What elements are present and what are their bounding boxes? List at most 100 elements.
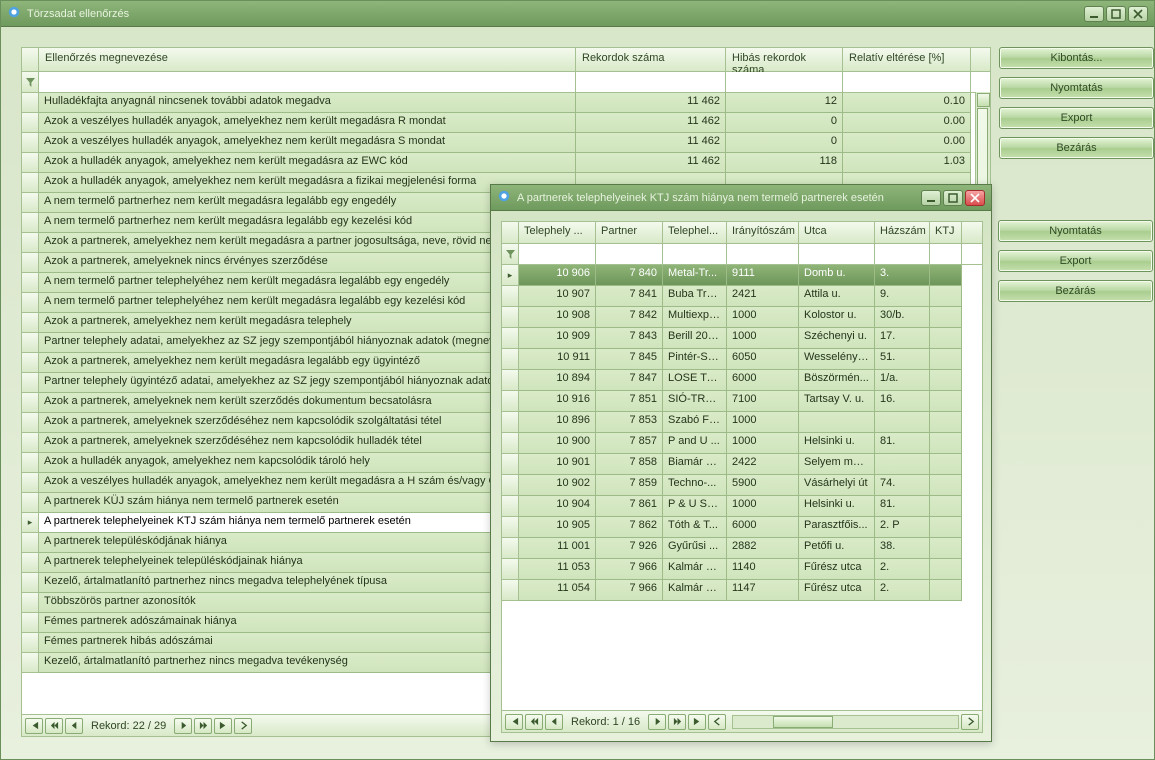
- table-row[interactable]: 10 9047 861P & U Sp...1000Helsinki u.81.: [502, 496, 982, 517]
- nav-next-button[interactable]: [648, 714, 666, 730]
- cell-c7: [930, 433, 962, 454]
- table-row[interactable]: Hulladékfajta anyagnál nincsenek további…: [22, 93, 990, 113]
- child-export-button[interactable]: Export: [998, 250, 1153, 272]
- print-button[interactable]: Nyomtatás: [999, 77, 1154, 99]
- col-ktj[interactable]: KTJ: [930, 222, 962, 243]
- col-irsz[interactable]: Irányítószám: [727, 222, 799, 243]
- table-row[interactable]: 10 9057 862Tóth & T...6000Parasztfőis...…: [502, 517, 982, 538]
- table-row[interactable]: 10 9077 841Buba Tra...2421Attila u.9.: [502, 286, 982, 307]
- cell-c3: Gyűrűsi ...: [663, 538, 727, 559]
- nav-prev-button[interactable]: [545, 714, 563, 730]
- child-close-button[interactable]: [965, 190, 985, 206]
- export-button[interactable]: Export: [999, 107, 1154, 129]
- scroll-up-button[interactable]: [977, 93, 990, 107]
- nav-prevpage-button[interactable]: [525, 714, 543, 730]
- table-row[interactable]: 10 9007 857P and U ...1000Helsinki u.81.: [502, 433, 982, 454]
- nav-prevpage-button[interactable]: [45, 718, 63, 734]
- table-row[interactable]: 10 9117 845Pintér-Sp...6050Wesselényi ..…: [502, 349, 982, 370]
- col-hazszam[interactable]: Házszám: [875, 222, 930, 243]
- cell-c7: [930, 307, 962, 328]
- cell-c4: 2421: [727, 286, 799, 307]
- nav-nextpage-button[interactable]: [668, 714, 686, 730]
- cell-c5: Attila u.: [799, 286, 875, 307]
- expand-button[interactable]: Kibontás...: [999, 47, 1154, 69]
- maximize-button[interactable]: [1106, 6, 1126, 22]
- col-records[interactable]: Rekordok száma: [576, 48, 726, 71]
- col-name[interactable]: Ellenőrzés megnevezése: [39, 48, 576, 71]
- table-row[interactable]: 10 9167 851SIÓ-TRA...7100Tartsay V. u.16…: [502, 391, 982, 412]
- cell-c3: Tóth & T...: [663, 517, 727, 538]
- table-row[interactable]: Azok a veszélyes hulladék anyagok, amely…: [22, 133, 990, 153]
- record-indicator: Rekord: 1 / 16: [565, 716, 646, 728]
- filter-icon[interactable]: [502, 244, 519, 264]
- filter-row[interactable]: [22, 72, 990, 93]
- table-row[interactable]: 10 9097 843Berill 200...1000Széchenyi u.…: [502, 328, 982, 349]
- nav-nextpage-button[interactable]: [194, 718, 212, 734]
- col-bad[interactable]: Hibás rekordok száma: [726, 48, 843, 71]
- nav-arrow-button[interactable]: [234, 718, 252, 734]
- cell-rec: 11 462: [576, 113, 726, 133]
- table-row[interactable]: 11 0537 966Kalmár é...1140Fűrész utca2.: [502, 559, 982, 580]
- main-title: Törzsadat ellenőrzés: [27, 8, 1084, 20]
- table-row[interactable]: Azok a veszélyes hulladék anyagok, amely…: [22, 113, 990, 133]
- cell-name: Azok a veszélyes hulladék anyagok, amely…: [39, 113, 576, 133]
- cell-c1: 10 905: [519, 517, 596, 538]
- cell-c7: [930, 370, 962, 391]
- child-close-panel-button[interactable]: Bezárás: [998, 280, 1153, 302]
- col-pct[interactable]: Relatív eltérése [%]: [843, 48, 971, 71]
- filter-icon[interactable]: [22, 72, 39, 92]
- table-row[interactable]: 10 8947 847LOSE Tra...6000Böszörmén...1/…: [502, 370, 982, 391]
- nav-first-button[interactable]: [505, 714, 523, 730]
- cell-c5: [799, 412, 875, 433]
- table-row[interactable]: 10 9087 842Multiexpr...1000Kolostor u.30…: [502, 307, 982, 328]
- horizontal-scrollbar[interactable]: [732, 715, 959, 729]
- main-titlebar[interactable]: Törzsadat ellenőrzés: [1, 1, 1154, 27]
- cell-c5: Helsinki u.: [799, 496, 875, 517]
- nav-last-button[interactable]: [688, 714, 706, 730]
- main-grid-header[interactable]: Ellenőrzés megnevezése Rekordok száma Hi…: [22, 48, 990, 72]
- nav-prev-button[interactable]: [65, 718, 83, 734]
- cell-c3: Pintér-Sp...: [663, 349, 727, 370]
- table-row[interactable]: 10 8967 853Szabó Fe...1000: [502, 412, 982, 433]
- child-maximize-button[interactable]: [943, 190, 963, 206]
- table-row[interactable]: 11 0017 926Gyűrűsi ...2882Petőfi u.38.: [502, 538, 982, 559]
- cell-c4: 1000: [727, 433, 799, 454]
- col-partner[interactable]: Partner: [596, 222, 663, 243]
- table-row[interactable]: 10 9067 840Metal-Tr...9111Domb u.3.: [502, 265, 982, 286]
- nav-hscroll-right[interactable]: [961, 714, 979, 730]
- cell-c3: Buba Tra...: [663, 286, 727, 307]
- col-telephely[interactable]: Telephely ...: [519, 222, 596, 243]
- hscroll-thumb[interactable]: [773, 716, 833, 728]
- minimize-button[interactable]: [1084, 6, 1104, 22]
- child-window: A partnerek telephelyeinek KTJ szám hián…: [490, 184, 992, 742]
- table-row[interactable]: 10 9027 859Techno-...5900Vásárhelyi út74…: [502, 475, 982, 496]
- close-button[interactable]: [1128, 6, 1148, 22]
- cell-name: Azok a hulladék anyagok, amelyekhez nem …: [39, 153, 576, 173]
- table-row[interactable]: 10 9017 858Biamár K...2422Selyem major: [502, 454, 982, 475]
- nav-last-button[interactable]: [214, 718, 232, 734]
- nav-hscroll-left[interactable]: [708, 714, 726, 730]
- child-minimize-button[interactable]: [921, 190, 941, 206]
- cell-c1: 11 053: [519, 559, 596, 580]
- cell-c4: 1147: [727, 580, 799, 601]
- child-grid-body[interactable]: 10 9067 840Metal-Tr...9111Domb u.3.10 90…: [502, 265, 982, 709]
- nav-next-button[interactable]: [174, 718, 192, 734]
- child-grid-header[interactable]: Telephely ... Partner Telephel... Irányí…: [502, 222, 982, 244]
- child-print-button[interactable]: Nyomtatás: [998, 220, 1153, 242]
- cell-c2: 7 840: [596, 265, 663, 286]
- table-row[interactable]: Azok a hulladék anyagok, amelyekhez nem …: [22, 153, 990, 173]
- table-row[interactable]: 11 0547 966Kalmár é...1147Fűrész utca2.: [502, 580, 982, 601]
- cell-c1: 10 909: [519, 328, 596, 349]
- child-titlebar[interactable]: A partnerek telephelyeinek KTJ szám hián…: [491, 185, 991, 211]
- col-utca[interactable]: Utca: [799, 222, 875, 243]
- close-panel-button[interactable]: Bezárás: [999, 137, 1154, 159]
- nav-first-button[interactable]: [25, 718, 43, 734]
- cell-c1: 10 916: [519, 391, 596, 412]
- col-telephelname[interactable]: Telephel...: [663, 222, 727, 243]
- child-filter-row[interactable]: [502, 244, 982, 265]
- cell-c6: 3.: [875, 265, 930, 286]
- cell-c6: 51.: [875, 349, 930, 370]
- cell-c4: 1140: [727, 559, 799, 580]
- cell-pct: 0.00: [843, 113, 971, 133]
- cell-c2: 7 966: [596, 559, 663, 580]
